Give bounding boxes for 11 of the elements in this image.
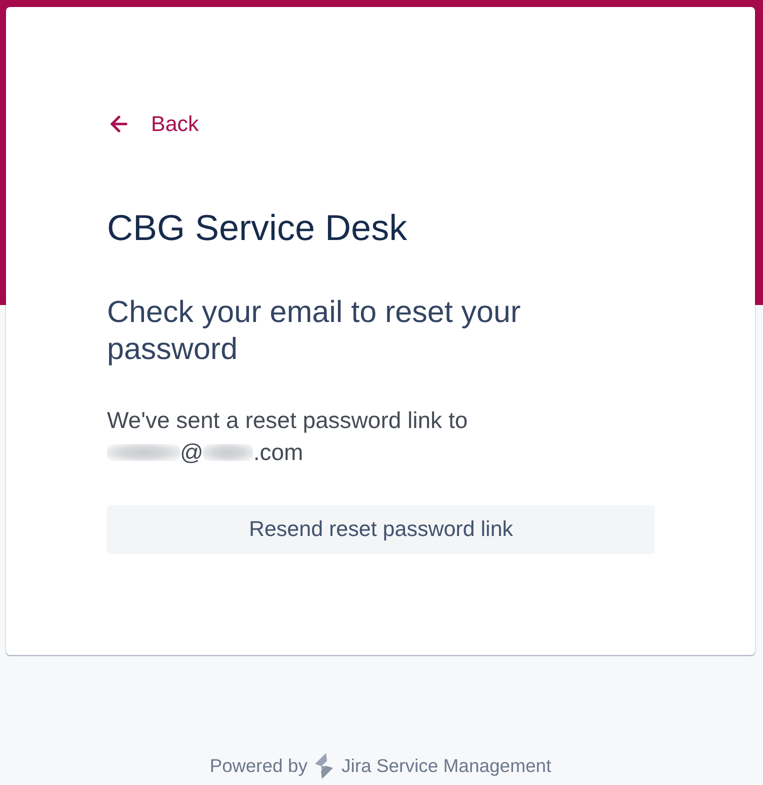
resend-button[interactable]: Resend reset password link (107, 505, 655, 554)
email-text: .com (253, 438, 304, 467)
lightning-icon (313, 753, 336, 779)
portal-title: CBG Service Desk (107, 208, 408, 248)
product-name: Jira Service Management (341, 755, 552, 777)
email-text: @ (180, 438, 204, 467)
redaction-blur (203, 444, 254, 460)
footer-text: Powered by (210, 755, 308, 777)
back-link[interactable]: Back (107, 112, 199, 136)
page-heading: Check your email to reset your password (107, 294, 522, 368)
message-text: We've sent a reset password link to (107, 406, 468, 435)
